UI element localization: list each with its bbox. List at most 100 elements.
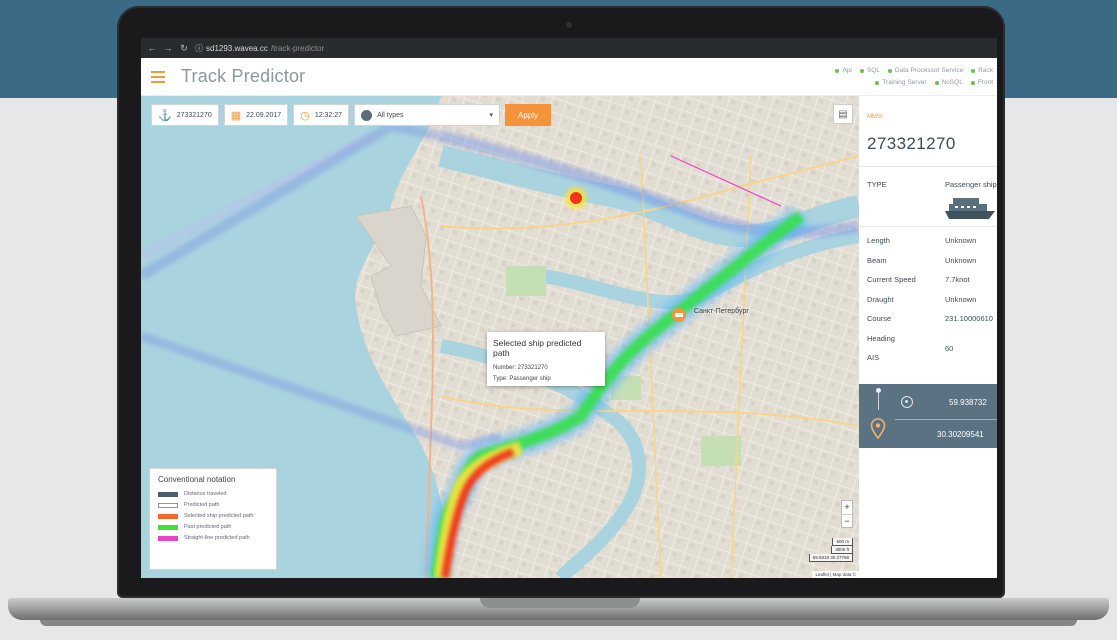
legend-swatch xyxy=(158,491,178,497)
legend-item: Straight-line predicted path xyxy=(158,535,268,541)
ship-type-select[interactable]: All types ▾ xyxy=(354,104,501,126)
url-host: sd1293.wavea.cc xyxy=(206,43,268,53)
apply-button[interactable]: Apply xyxy=(505,104,552,126)
clock-icon: ◷ xyxy=(300,109,310,122)
property-value: Unknown xyxy=(945,236,977,245)
status-item: SQL xyxy=(859,65,880,77)
status-dot-icon xyxy=(971,69,976,73)
status-dot-icon xyxy=(859,69,864,73)
legend-swatch xyxy=(158,535,178,541)
scale-bar: 500 m 3000 ft 59.9318 30.27798 xyxy=(808,538,853,562)
city-label: Санкт-Петербург xyxy=(694,308,749,315)
browser-bar: ← → ↻ ⓘ sd1293.wavea.cc/track-predictor xyxy=(141,38,997,58)
crosshair-icon[interactable] xyxy=(901,396,913,408)
status-dot-icon xyxy=(887,69,892,73)
legend-label: Distance traveled xyxy=(184,491,227,497)
map[interactable]: ⚓ 273321270 ▦ 22.09.2017 ◷ 12:32:27 All … xyxy=(141,96,859,578)
calendar-icon: ▦ xyxy=(230,109,242,122)
type-value: Passenger ship xyxy=(945,180,997,189)
ship-type-value: All types xyxy=(377,111,404,119)
status-label: Api xyxy=(842,67,852,74)
cursor-coords: 59.9318 30.27798 xyxy=(808,554,853,562)
camera xyxy=(566,22,572,28)
laptop-foot xyxy=(40,620,1077,626)
ship-type-icon xyxy=(361,109,373,121)
coordinates-block: 59.938732 30.30209541 xyxy=(859,384,997,448)
track-line xyxy=(878,392,879,410)
status-label: Rack xyxy=(978,67,993,74)
map-attribution[interactable]: Leaflet | Map data © xyxy=(812,571,859,578)
time-filter[interactable]: ◷ 12:32:27 xyxy=(293,104,350,126)
status-dot-icon xyxy=(875,81,880,85)
divider xyxy=(859,166,997,167)
menu-icon[interactable] xyxy=(151,70,165,83)
status-row-2: Training Server NoSQL Front xyxy=(835,77,993,89)
property-label: Current Speed xyxy=(867,275,916,284)
legend-label: Predicted path xyxy=(184,502,220,508)
legend-label: Selected ship predicted path xyxy=(184,513,254,519)
reload-icon[interactable]: ↻ xyxy=(179,43,189,54)
info-icon: ⓘ xyxy=(195,43,203,53)
property-value: 231.10000610 xyxy=(945,314,993,323)
status-dot-icon xyxy=(934,81,939,85)
legend-label: Past predicted path xyxy=(184,524,232,530)
property-value: 60 xyxy=(945,343,954,353)
status-item: Data Processor Service xyxy=(887,65,963,77)
status-item: Api xyxy=(835,65,852,77)
property-label: Beam xyxy=(867,255,887,265)
screen: ← → ↻ ⓘ sd1293.wavea.cc/track-predictor … xyxy=(141,38,997,578)
panel-bottom xyxy=(859,448,997,578)
property-label: Heading xyxy=(867,333,895,343)
ship-type-select-inner: All types xyxy=(361,109,404,121)
anchor-icon: ⚓ xyxy=(158,109,172,122)
legend-swatch xyxy=(158,502,178,508)
status-item: Front xyxy=(970,77,993,89)
date-filter-value: 22.09.2017 xyxy=(246,111,282,119)
app-header: Track Predictor Api SQL Data Processor Ser… xyxy=(141,58,997,96)
address-bar[interactable]: ⓘ sd1293.wavea.cc/track-predictor xyxy=(195,43,324,54)
zoom-out-button[interactable]: − xyxy=(842,514,852,527)
ship-info-panel: MMSI 273321270 TYPE Passenger ship Lengt… xyxy=(859,96,997,578)
property-value: Unknown xyxy=(945,255,977,265)
legend-items: Distance traveled Predicted path Selected … xyxy=(158,491,268,541)
property-label: AIS xyxy=(867,353,880,362)
back-arrow-icon[interactable]: ← xyxy=(147,43,157,53)
layers-icon[interactable]: ▤ xyxy=(833,104,853,124)
status-dot-icon xyxy=(970,81,975,85)
date-filter[interactable]: ▦ 22.09.2017 xyxy=(223,104,289,126)
zoom-control: + − xyxy=(841,500,853,528)
status-label: SQL xyxy=(866,67,880,74)
property-value: Unknown xyxy=(945,294,977,304)
time-filter-value: 12:32:27 xyxy=(314,111,343,119)
chevron-down-icon: ▾ xyxy=(489,112,494,119)
legend-label: Straight-line predicted path xyxy=(184,535,250,541)
zoom-in-button[interactable]: + xyxy=(842,501,852,514)
popup-number: Number: 273321270 xyxy=(493,365,548,371)
mmsi-filter-value: 273321270 xyxy=(176,111,212,119)
popup-type: Type: Passenger ship xyxy=(493,376,551,382)
legend-title: Conventional notation xyxy=(158,475,236,484)
page-title: Track Predictor xyxy=(181,66,306,86)
property-value: 7.7knot xyxy=(945,275,970,284)
scale-imperial: 3000 ft xyxy=(831,546,853,554)
legend-swatch xyxy=(158,524,178,530)
passenger-ship-icon xyxy=(945,198,995,219)
status-item: NoSQL xyxy=(934,77,963,89)
status-row-1: Api SQL Data Processor Service Rack xyxy=(835,65,993,77)
map-legend: Conventional notation Distance traveled P… xyxy=(149,468,277,570)
property-label: Draught xyxy=(867,294,894,304)
mmsi-filter[interactable]: ⚓ 273321270 xyxy=(151,104,219,126)
location-pin-icon xyxy=(870,418,886,440)
property-label: Length xyxy=(867,236,890,245)
mmsi-label: MMSI xyxy=(867,114,883,120)
forward-arrow-icon[interactable]: → xyxy=(163,43,173,53)
ship-popup: Selected ship predicted path Number: 273… xyxy=(487,332,605,386)
divider xyxy=(859,226,997,227)
status-label: Training Server xyxy=(882,79,927,86)
status-label: NoSQL xyxy=(941,79,963,86)
coords-divider xyxy=(895,419,997,420)
legend-item: Selected ship predicted path xyxy=(158,513,268,519)
service-status: Api SQL Data Processor Service Rack Trainin… xyxy=(835,65,993,89)
laptop-notch xyxy=(480,598,640,608)
popup-title: Selected ship predicted path xyxy=(493,338,582,358)
